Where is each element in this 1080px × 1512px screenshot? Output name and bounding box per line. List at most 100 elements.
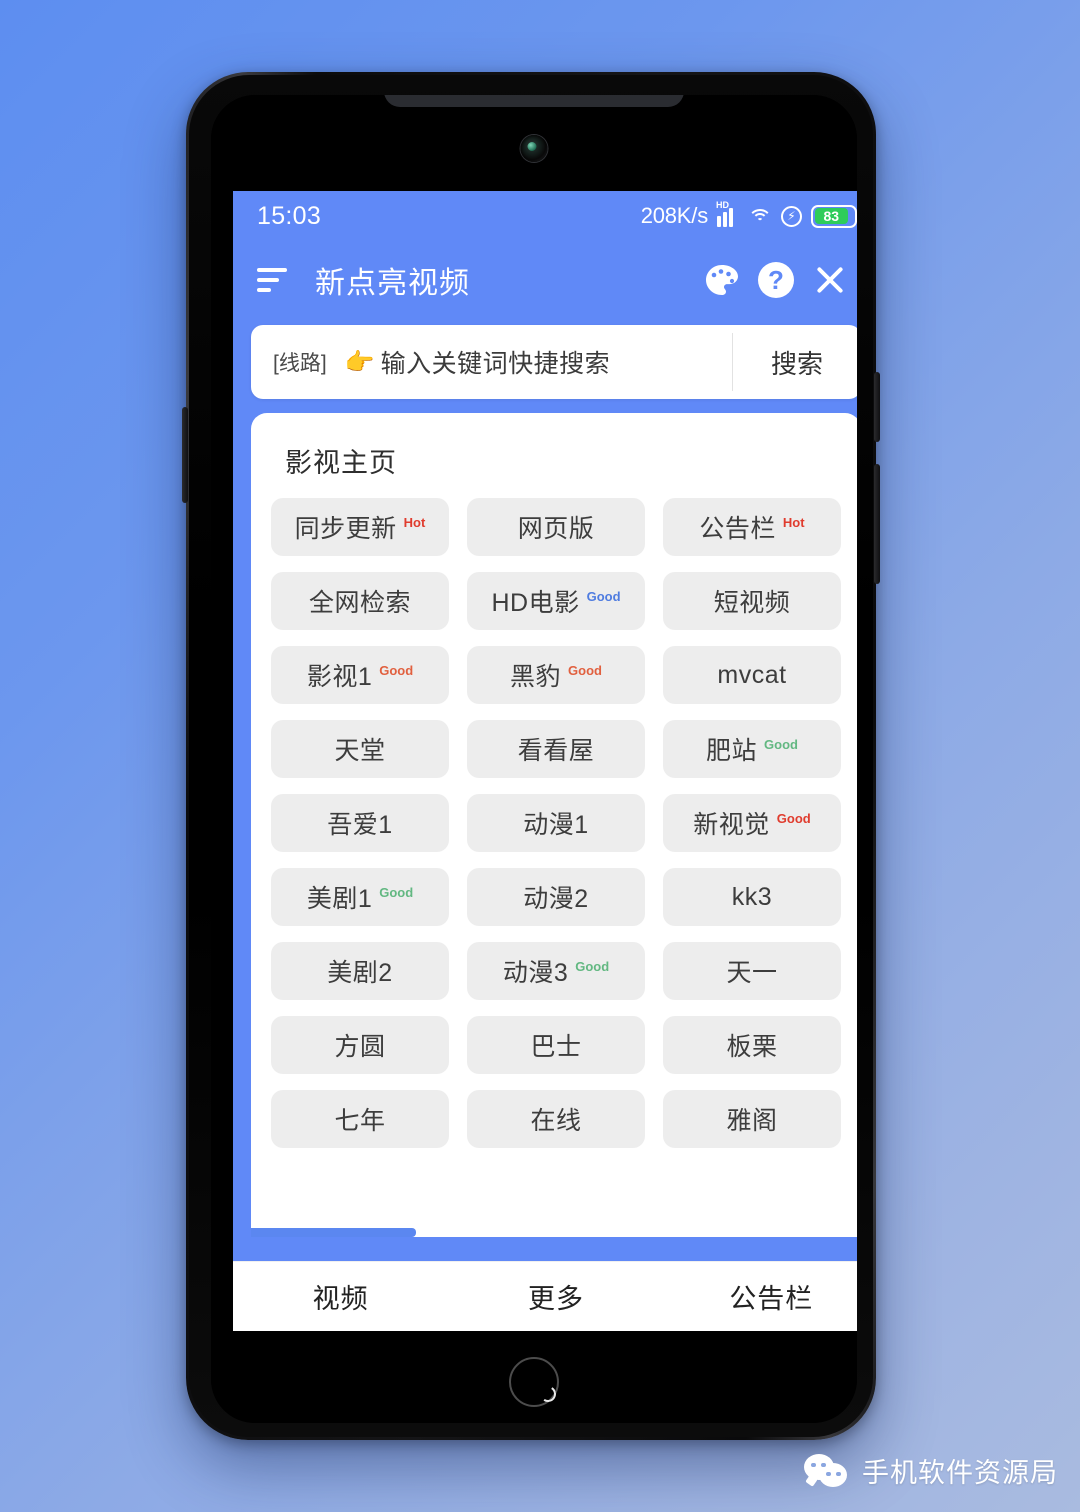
tile-label: 吾爱1 [327, 811, 393, 839]
home-button-area [211, 1331, 857, 1423]
front-camera-icon [520, 135, 548, 162]
theme-button[interactable] [695, 253, 749, 307]
tile-4[interactable]: 全网检索 [271, 572, 449, 630]
search-button[interactable]: 搜索 [733, 325, 857, 399]
tile-13[interactable]: 吾爱1 [271, 794, 449, 852]
phone-device: 15:03 208K/s HD 83 [182, 72, 880, 1440]
tile-badge: Good [575, 958, 610, 974]
bottom-tab-bar: 视频 更多 公告栏 [233, 1261, 857, 1331]
search-placeholder: 输入关键词快捷搜索 [380, 350, 611, 378]
tile-badge: Good [568, 662, 602, 678]
tile-18[interactable]: kk3 [663, 868, 841, 926]
section-title: 影视主页 [285, 448, 397, 478]
tile-15[interactable]: 新视觉 Good [663, 794, 841, 852]
palette-icon [705, 264, 739, 296]
network-speed-label: 208K/s [640, 203, 708, 228]
tile-badge: Good [776, 810, 811, 826]
status-indicators: 208K/s HD 83 [640, 201, 857, 229]
watermark: 手机软件资源局 [804, 1451, 1058, 1490]
tile-6[interactable]: 短视频 [663, 572, 841, 630]
tile-badge: Good [379, 884, 414, 900]
tile-badge: Good [379, 662, 414, 678]
tile-label: 天堂 [334, 737, 386, 765]
fast-charge-icon [781, 205, 802, 227]
tile-3[interactable]: 公告栏 Hot [663, 498, 841, 556]
route-tag-label: [线路] [273, 352, 327, 375]
tile-27[interactable]: 雅阁 [663, 1090, 841, 1148]
wechat-icon [804, 1453, 850, 1488]
tile-23[interactable]: 巴士 [467, 1016, 645, 1074]
tile-21[interactable]: 天一 [663, 942, 841, 1000]
help-button[interactable]: ? [749, 253, 803, 307]
tile-badge: Good [586, 588, 621, 604]
phone-inner-frame: 15:03 208K/s HD 83 [189, 75, 873, 1437]
tile-14[interactable]: 动漫1 [467, 794, 645, 852]
tile-2[interactable]: 网页版 [467, 498, 645, 556]
tile-7[interactable]: 影视1 Good [271, 646, 449, 704]
tile-label: 板栗 [726, 1033, 778, 1061]
status-bar: 15:03 208K/s HD 83 [233, 191, 857, 241]
watermark-label: 手机软件资源局 [862, 1458, 1058, 1488]
app-screen: 15:03 208K/s HD 83 [233, 191, 857, 1331]
power-button[interactable] [874, 372, 880, 442]
phone-notch [211, 95, 857, 191]
side-button[interactable] [874, 464, 880, 584]
phone-bezel: 15:03 208K/s HD 83 [211, 95, 857, 1423]
tile-label: 黑豹 [510, 663, 562, 691]
tile-label: 看看屋 [517, 737, 595, 765]
tile-5[interactable]: HD电影 Good [467, 572, 645, 630]
tile-label: 同步更新 [294, 515, 397, 543]
tile-24[interactable]: 板栗 [663, 1016, 841, 1074]
tab-1[interactable]: 视频 [233, 1277, 448, 1316]
tile-label: 美剧2 [327, 959, 393, 987]
tile-badge: Hot [782, 514, 805, 530]
tile-label: 动漫3 [502, 959, 569, 987]
horizontal-scrollbar[interactable] [251, 1228, 857, 1237]
tile-label: mvcat [717, 660, 787, 689]
tile-11[interactable]: 看看屋 [467, 720, 645, 778]
battery-level-label: 83 [814, 208, 849, 224]
tile-label: 雅阁 [726, 1107, 778, 1135]
tile-8[interactable]: 黑豹 Good [467, 646, 645, 704]
search-bar: [线路] 👉 输入关键词快捷搜索 搜索 [251, 325, 857, 399]
tile-25[interactable]: 七年 [271, 1090, 449, 1148]
tab-2[interactable]: 更多 [448, 1277, 663, 1316]
home-button-icon[interactable] [509, 1357, 559, 1407]
tile-9[interactable]: mvcat [663, 646, 841, 704]
tile-label: HD电影 [491, 589, 580, 617]
tile-badge: Hot [403, 514, 426, 530]
tile-17[interactable]: 动漫2 [467, 868, 645, 926]
tile-22[interactable]: 方圆 [271, 1016, 449, 1074]
tile-20[interactable]: 动漫3 Good [467, 942, 645, 1000]
volume-button[interactable] [182, 407, 188, 503]
tile-label: 短视频 [713, 589, 791, 617]
notch-dip [384, 95, 684, 107]
tile-label: 动漫2 [523, 885, 589, 913]
search-section: [线路] 👉 输入关键词快捷搜索 搜索 [233, 319, 857, 399]
hd-label: HD [716, 200, 729, 210]
tile-label: 全网检索 [308, 589, 411, 617]
tile-19[interactable]: 美剧2 [271, 942, 449, 1000]
tile-grid: 同步更新 Hot 网页版 公告栏 Hot 全网检索 HD电影 Good 短视频影视1 Good 黑豹… [271, 498, 841, 1148]
menu-icon[interactable] [257, 268, 287, 292]
tile-label: 七年 [334, 1107, 386, 1135]
signal-icon: HD [716, 201, 739, 227]
tile-label: kk3 [731, 882, 773, 911]
app-bar: 新点亮视频 ? [233, 241, 857, 319]
tile-10[interactable]: 天堂 [271, 720, 449, 778]
tile-label: 巴士 [530, 1033, 582, 1061]
tile-26[interactable]: 在线 [467, 1090, 645, 1148]
tab-3[interactable]: 公告栏 [664, 1277, 857, 1316]
close-button[interactable] [803, 253, 857, 307]
tile-label: 肥站 [706, 737, 758, 765]
scrollbar-thumb[interactable] [251, 1228, 416, 1237]
tile-label: 网页版 [517, 515, 595, 543]
help-icon: ? [758, 262, 794, 298]
tile-12[interactable]: 肥站 Good [663, 720, 841, 778]
search-input[interactable]: [线路] 👉 输入关键词快捷搜索 [251, 325, 732, 399]
tile-label: 动漫1 [523, 811, 589, 839]
tile-label: 在线 [530, 1107, 582, 1135]
tile-1[interactable]: 同步更新 Hot [271, 498, 449, 556]
tile-16[interactable]: 美剧1 Good [271, 868, 449, 926]
tile-label: 天一 [726, 959, 778, 987]
